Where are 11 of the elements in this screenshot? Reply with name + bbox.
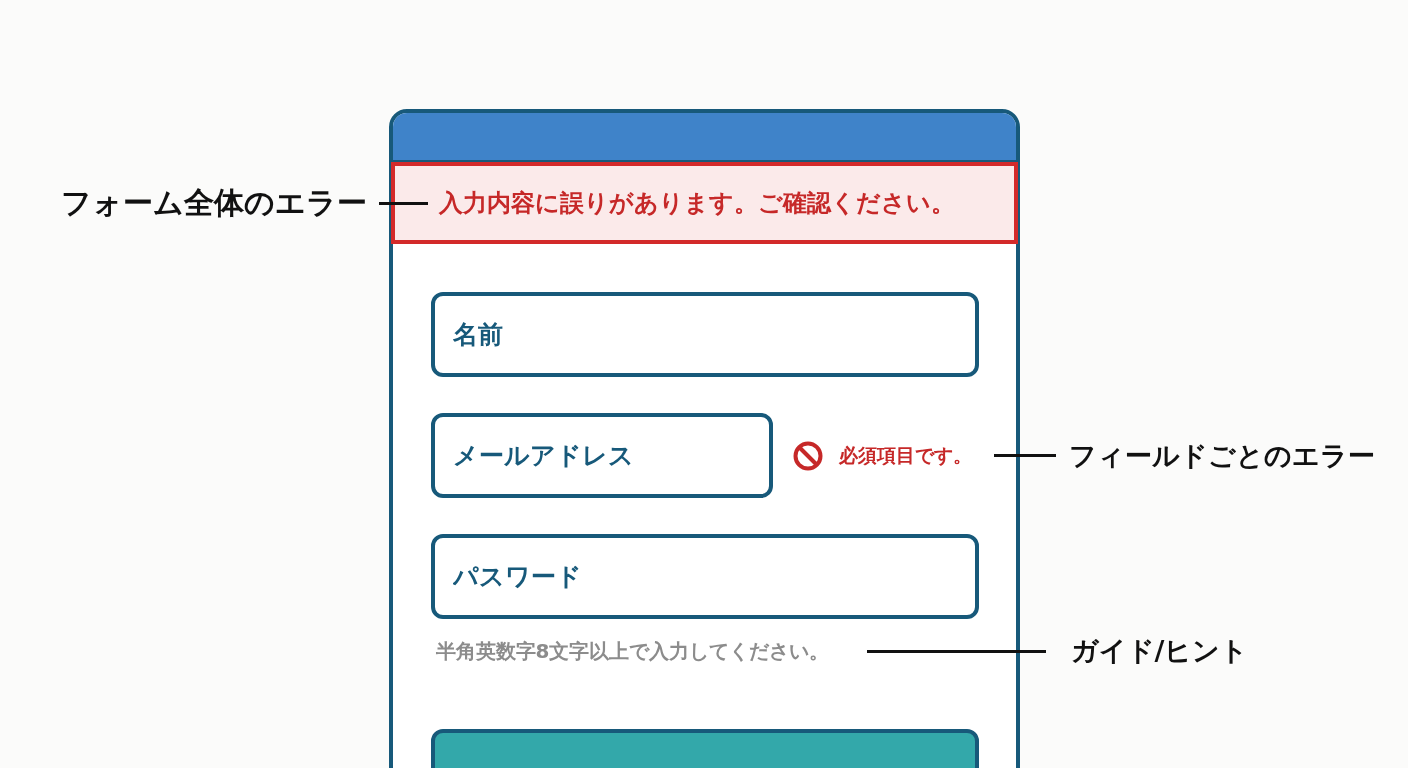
hint-text: 半角英数字8文字以上で入力してください。 <box>434 638 830 664</box>
error-message: 入力内容に誤りがあります。ご確認ください。 <box>438 188 955 219</box>
annotation-label: フィールドごとのエラー <box>1068 438 1375 473</box>
annotation-label: フォーム全体のエラー <box>60 183 367 222</box>
input-field[interactable]: 名前 <box>430 292 979 377</box>
annotation-label: ガイド/ヒント <box>1070 634 1249 668</box>
input-field[interactable]: メールアドレス <box>430 413 773 498</box>
leader-line <box>993 454 1056 457</box>
prohibition-icon <box>792 440 823 471</box>
leader-line <box>378 201 428 205</box>
error-message: 必須項目です。 <box>838 442 972 468</box>
